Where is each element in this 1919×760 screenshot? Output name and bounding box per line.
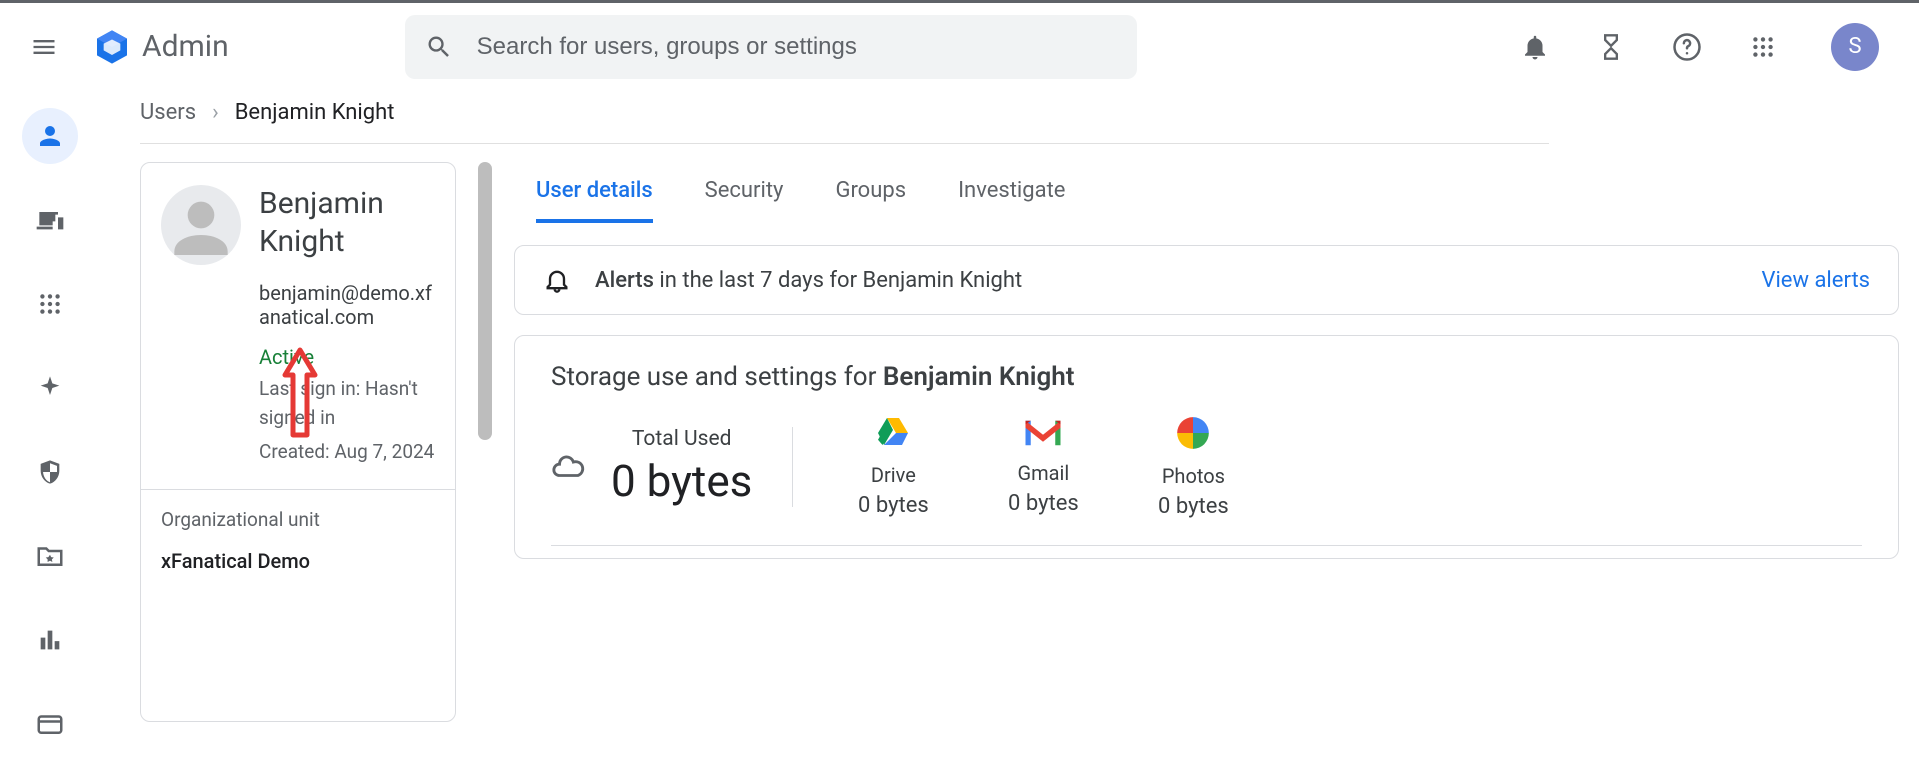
person-placeholder-icon xyxy=(161,185,241,265)
alerts-card: Alerts in the last 7 days for Benjamin K… xyxy=(514,245,1899,315)
rail-users[interactable] xyxy=(22,108,78,164)
photos-icon xyxy=(1174,414,1212,452)
body-wrap: Users › Benjamin Knight Benjamin Knight … xyxy=(0,90,1919,757)
main-menu-button[interactable] xyxy=(20,23,68,71)
bell-icon xyxy=(1520,32,1550,62)
search-icon xyxy=(425,33,453,61)
search-bar[interactable] xyxy=(405,15,1137,79)
user-email: benjamin@demo.xfanatical.com xyxy=(259,281,435,329)
rail-ai[interactable] xyxy=(22,360,78,416)
breadcrumb-current: Benjamin Knight xyxy=(235,100,395,125)
scroll-thumb[interactable] xyxy=(478,162,492,440)
main-row: Benjamin Knight benjamin@demo.xfanatical… xyxy=(140,162,1899,722)
help-icon xyxy=(1672,32,1702,62)
admin-logo-icon xyxy=(92,27,132,67)
folder-star-icon xyxy=(35,541,65,571)
storage-gmail: Gmail 0 bytes xyxy=(993,417,1093,516)
rail-reports[interactable] xyxy=(22,612,78,668)
tab-groups[interactable]: Groups xyxy=(835,168,906,223)
app-header: Admin S xyxy=(0,3,1919,90)
total-used-label: Total Used xyxy=(611,427,752,451)
app-title: Admin xyxy=(142,29,229,64)
devices-icon xyxy=(34,204,66,236)
dots-grid-icon xyxy=(37,291,63,317)
created-date: Created: Aug 7, 2024 xyxy=(259,438,435,467)
storage-drive: Drive 0 bytes xyxy=(843,415,943,518)
total-used-value: 0 bytes xyxy=(611,455,752,507)
tab-security[interactable]: Security xyxy=(705,168,784,223)
user-name: Benjamin Knight xyxy=(259,185,435,265)
user-summary-card: Benjamin Knight benjamin@demo.xfanatical… xyxy=(140,162,456,722)
cloud-icon xyxy=(551,450,585,484)
rail-rules[interactable] xyxy=(22,528,78,584)
storage-row: Total Used 0 bytes Drive 0 bytes Gmail xyxy=(551,414,1862,546)
storage-title: Storage use and settings for Benjamin Kn… xyxy=(551,362,1862,392)
bar-chart-icon xyxy=(36,626,64,654)
storage-card: Storage use and settings for Benjamin Kn… xyxy=(514,335,1899,559)
user-avatar[interactable] xyxy=(161,185,241,265)
storage-photos: Photos 0 bytes xyxy=(1143,414,1243,519)
tasks-button[interactable] xyxy=(1591,27,1631,67)
search-input[interactable] xyxy=(477,33,1117,61)
ou-label: Organizational unit xyxy=(161,508,435,531)
shield-icon xyxy=(36,458,64,486)
apps-launcher-button[interactable] xyxy=(1743,27,1783,67)
card-icon xyxy=(35,709,65,739)
detail-column: User details Security Groups Investigate… xyxy=(514,162,1899,722)
account-avatar[interactable]: S xyxy=(1831,23,1879,71)
rail-devices[interactable] xyxy=(22,192,78,248)
gmail-icon xyxy=(1022,417,1064,449)
chevron-right-icon: › xyxy=(212,100,219,125)
tabs: User details Security Groups Investigate xyxy=(514,162,1899,223)
content-area: Users › Benjamin Knight Benjamin Knight … xyxy=(100,90,1919,757)
apps-grid-icon xyxy=(1750,34,1776,60)
notifications-button[interactable] xyxy=(1515,27,1555,67)
left-nav-rail xyxy=(0,90,100,757)
rail-billing[interactable] xyxy=(22,696,78,752)
rail-security[interactable] xyxy=(22,444,78,500)
bell-outline-icon xyxy=(543,266,571,294)
total-used-block: Total Used 0 bytes xyxy=(551,427,793,507)
hamburger-icon xyxy=(30,33,58,61)
scrollbar[interactable] xyxy=(478,162,492,722)
rail-apps[interactable] xyxy=(22,276,78,332)
last-sign-in: Last sign in: Hasn't signed in xyxy=(259,375,435,432)
alerts-text: Alerts in the last 7 days for Benjamin K… xyxy=(595,268,1022,293)
sparkle-icon xyxy=(36,374,64,402)
breadcrumb-users[interactable]: Users xyxy=(140,100,196,125)
person-icon xyxy=(35,121,65,151)
tab-user-details[interactable]: User details xyxy=(536,168,653,223)
drive-icon xyxy=(873,415,913,451)
avatar-letter: S xyxy=(1848,34,1861,59)
view-alerts-link[interactable]: View alerts xyxy=(1761,268,1870,293)
tab-investigate[interactable]: Investigate xyxy=(958,168,1065,223)
header-actions: S xyxy=(1515,23,1879,71)
ou-value: xFanatical Demo xyxy=(161,549,435,573)
hourglass-icon xyxy=(1597,33,1625,61)
user-status: Active xyxy=(259,345,435,369)
breadcrumb: Users › Benjamin Knight xyxy=(140,90,1549,144)
help-button[interactable] xyxy=(1667,27,1707,67)
app-logo[interactable]: Admin xyxy=(92,27,229,67)
